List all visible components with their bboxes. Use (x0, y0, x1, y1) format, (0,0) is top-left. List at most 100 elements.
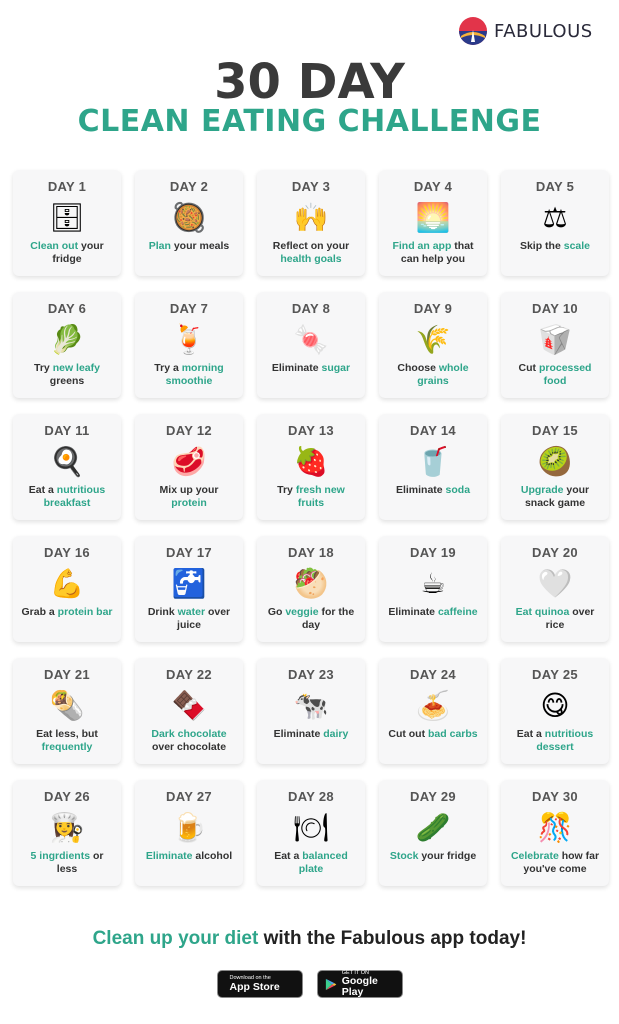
spaghetti-icon: 🍝 (415, 689, 451, 722)
quinoa-heart-icon: 🤍 (537, 567, 573, 600)
highlight-text: Eliminate (145, 850, 193, 862)
kiwi-icon: 🥝 (537, 445, 573, 478)
footer-rest: with the Fabulous app today! (258, 928, 527, 949)
day-description: Mix up your protein (135, 484, 243, 509)
highlight-text: sugar (321, 362, 351, 374)
day-card: DAY 18 🥙 Go veggie for the day (257, 536, 365, 642)
day-card: DAY 26 👩‍🍳 5 ingrdients or less (13, 780, 121, 886)
plate-cutlery-icon: 🍽 (293, 811, 329, 844)
day-card: DAY 20 🤍 Eat quinoa over rice (501, 536, 609, 642)
day-label: DAY 17 (166, 545, 212, 560)
day-description: Choose whole grains (379, 362, 487, 387)
google-play-badge[interactable]: GET IT ON Google Play (316, 970, 403, 998)
day-label: DAY 4 (413, 179, 453, 194)
highlight-text: soda (445, 484, 471, 496)
day-card: DAY 13 🍓 Try fresh new fruits (257, 414, 365, 520)
day-description: Upgrade your snack game (501, 484, 609, 509)
day-label: DAY 15 (532, 423, 578, 438)
day-description: Try new leafy greens (13, 362, 121, 387)
cow-icon: 🐄 (293, 689, 329, 722)
day-label: DAY 1 (47, 179, 87, 194)
page-title: 30 DAY (214, 54, 405, 110)
day-label: DAY 16 (44, 545, 90, 560)
fridge-icon: 🗄 (49, 201, 85, 234)
plain-text: Try a (154, 362, 182, 374)
highlight-text: Plan (148, 240, 171, 252)
day-card: DAY 2 🥘 Plan your meals (135, 170, 243, 276)
app-store-badge[interactable]: Download on the App Store (216, 970, 303, 998)
plain-text: Drink (147, 606, 178, 618)
plain-text: Go (267, 606, 286, 618)
plain-text: Eliminate (388, 606, 438, 618)
water-tap-icon: 🚰 (171, 567, 207, 600)
plain-text: Eliminate (273, 728, 324, 740)
highlight-text: Dark chocolate (151, 728, 227, 740)
plain-text: your fridge (418, 850, 477, 862)
steak-icon: 🥩 (171, 445, 207, 478)
day-label: DAY 21 (44, 667, 90, 682)
grain-icon: 🌾 (415, 323, 451, 356)
chocolate-bar-icon: 🍫 (171, 689, 207, 722)
plain-text: Eliminate (395, 484, 446, 496)
highlight-text: caffeine (437, 606, 478, 618)
day-card: DAY 22 🍫 Dark chocolate over chocolate (135, 658, 243, 764)
day-label: DAY 22 (166, 667, 212, 682)
raising-hands-icon: 🙌 (293, 201, 329, 234)
plain-text: alcohol (192, 850, 233, 862)
day-label: DAY 12 (166, 423, 212, 438)
highlight-text: water (177, 606, 206, 618)
soda-cup-icon: 🥤 (415, 445, 451, 478)
day-description: Try fresh new fruits (257, 484, 365, 509)
day-card: DAY 19 ☕ Eliminate caffeine (379, 536, 487, 642)
day-card: DAY 14 🥤 Eliminate soda (379, 414, 487, 520)
day-label: DAY 14 (410, 423, 456, 438)
fabulous-logo-icon (459, 17, 487, 45)
highlight-text: processed food (538, 362, 592, 387)
day-label: DAY 8 (291, 301, 331, 316)
plain-text: Cut (518, 362, 539, 374)
day-description: Celebrate how far you've come (501, 850, 609, 875)
yum-face-icon: 😋 (540, 689, 570, 722)
app-store-big: App Store (229, 980, 280, 993)
burrito-icon: 🌯 (49, 689, 85, 722)
day-label: DAY 2 (169, 179, 209, 194)
highlight-text: new leafy (52, 362, 100, 374)
day-card: DAY 9 🌾 Choose whole grains (379, 292, 487, 398)
day-card: DAY 15 🥝 Upgrade your snack game (501, 414, 609, 520)
day-card: DAY 17 🚰 Drink water over juice (135, 536, 243, 642)
day-description: Eat a nutritious dessert (501, 728, 609, 753)
day-description: 5 ingrdients or less (13, 850, 121, 875)
brand: FABULOUS (458, 16, 593, 46)
highlight-text: Find an app (392, 240, 452, 252)
day-description: Skip the scale (514, 240, 596, 253)
day-description: Eat a nutritious breakfast (13, 484, 121, 509)
highlight-text: frequently (41, 740, 93, 753)
day-card: DAY 12 🥩 Mix up your protein (135, 414, 243, 520)
day-card: DAY 24 🍝 Cut out bad carbs (379, 658, 487, 764)
scale-icon: ⚖ (542, 201, 568, 234)
leafy-green-icon: 🥬 (49, 323, 85, 356)
day-description: Drink water over juice (135, 606, 243, 631)
day-label: DAY 30 (532, 789, 578, 804)
day-description: Eat a balanced plate (257, 850, 365, 875)
day-label: DAY 7 (169, 301, 209, 316)
day-card: DAY 30 🎊 Celebrate how far you've come (501, 780, 609, 886)
page-subtitle: CLEAN EATING CHALLENGE (77, 104, 542, 139)
day-label: DAY 10 (532, 301, 578, 316)
day-description: Eat less, but frequently (13, 728, 121, 753)
day-label: DAY 23 (288, 667, 334, 682)
fabulous-logo-icon: 🌅 (415, 201, 451, 234)
plain-text: Eat a (28, 484, 57, 496)
highlight-text: fresh new fruits (295, 484, 345, 509)
highlight-text: protein bar (57, 606, 113, 618)
day-label: DAY 13 (288, 423, 334, 438)
plain-text: Eat a (274, 850, 303, 862)
highlight-text: balanced plate (298, 850, 348, 875)
day-label: DAY 19 (410, 545, 456, 560)
highlight-text: health goals (280, 252, 342, 265)
day-card: DAY 11 🍳 Eat a nutritious breakfast (13, 414, 121, 520)
flexed-bicep-icon: 💪 (49, 567, 85, 600)
day-label: DAY 3 (291, 179, 331, 194)
highlight-text: 5 ingrdients (30, 850, 91, 862)
highlight-text: Stock (389, 850, 419, 862)
